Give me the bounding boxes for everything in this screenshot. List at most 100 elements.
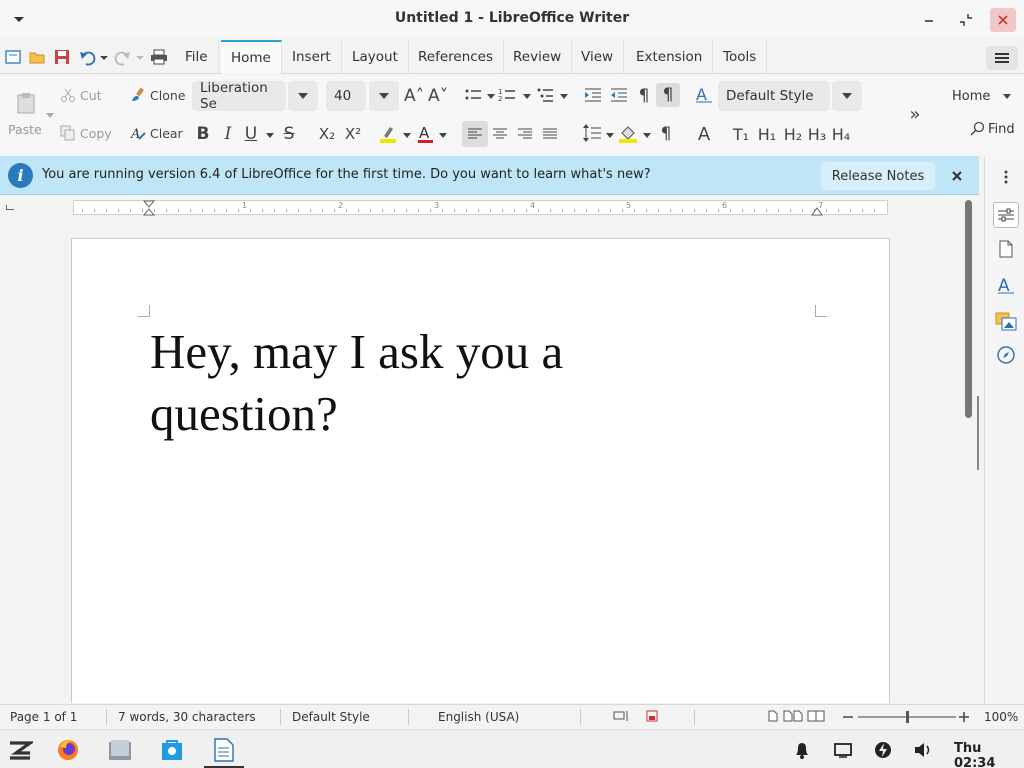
heading4-style-icon[interactable]: H₄: [830, 123, 852, 145]
font-size-dropdown[interactable]: [369, 81, 399, 111]
page-style[interactable]: Default Style: [292, 710, 370, 724]
navigator-icon[interactable]: [993, 342, 1019, 368]
more-chevron-icon[interactable]: »: [904, 103, 926, 125]
paragraph-background-icon[interactable]: [618, 123, 640, 143]
decrease-indent-icon[interactable]: [610, 86, 628, 104]
zoom-in-icon[interactable]: [958, 708, 970, 727]
close-button[interactable]: [990, 8, 1016, 32]
properties-icon[interactable]: [993, 202, 1019, 228]
font-name-box[interactable]: Liberation Se: [192, 80, 286, 112]
paragraph-style-box[interactable]: Default Style: [718, 81, 830, 111]
numbered-list-dropdown-arrow[interactable]: [523, 94, 531, 99]
insert-mode-icon[interactable]: [613, 710, 631, 725]
formatting-marks-icon[interactable]: ¶: [634, 84, 654, 108]
align-center-icon[interactable]: [490, 121, 510, 147]
language[interactable]: English (USA): [438, 710, 519, 724]
clock[interactable]: Thu 02:34: [954, 741, 1024, 768]
multi-page-view-icon[interactable]: [783, 710, 803, 725]
gallery-icon[interactable]: [993, 308, 1019, 334]
scrollbar-thumb[interactable]: [965, 200, 972, 418]
zoom-slider[interactable]: [858, 711, 956, 723]
line-spacing-dropdown-arrow[interactable]: [606, 133, 614, 138]
tab-review[interactable]: Review: [503, 40, 573, 74]
bold-icon[interactable]: B: [194, 123, 212, 145]
indent-marker-icon[interactable]: [143, 200, 155, 216]
clone-button[interactable]: Clone: [130, 87, 185, 103]
heading1-style-icon[interactable]: H₁: [756, 123, 778, 145]
font-size-box[interactable]: 40: [326, 81, 366, 111]
tab-stop-selector[interactable]: [6, 205, 14, 210]
copy-button[interactable]: Copy: [60, 125, 112, 141]
files-icon[interactable]: [107, 737, 133, 763]
bullet-list-dropdown-arrow[interactable]: [487, 94, 495, 99]
page-count[interactable]: Page 1 of 1: [10, 710, 77, 724]
hamburger-menu-icon[interactable]: [986, 46, 1018, 70]
font-color-dropdown-arrow[interactable]: [439, 133, 447, 138]
heading3-style-icon[interactable]: H₃: [806, 123, 828, 145]
paste-icon[interactable]: [14, 91, 38, 115]
line-spacing-icon[interactable]: [582, 123, 602, 143]
formatting-marks-toggle-icon[interactable]: ¶: [656, 83, 680, 107]
word-count[interactable]: 7 words, 30 characters: [118, 710, 256, 724]
increase-indent-icon[interactable]: [584, 86, 602, 104]
app-launcher-icon[interactable]: [7, 737, 33, 763]
open-folder-icon[interactable]: [28, 47, 46, 67]
tab-insert[interactable]: Insert: [282, 40, 342, 74]
styles-icon[interactable]: A: [694, 85, 714, 105]
font-name-dropdown[interactable]: [288, 81, 318, 111]
tab-tools[interactable]: Tools: [713, 40, 768, 74]
writer-app-icon[interactable]: [211, 737, 237, 763]
grow-font-icon[interactable]: A˄: [404, 84, 424, 108]
tab-home[interactable]: Home: [221, 40, 282, 74]
tab-extension[interactable]: Extension: [626, 40, 714, 74]
zoom-out-icon[interactable]: [842, 708, 854, 727]
document-modified-icon[interactable]: [646, 710, 658, 725]
align-left-icon[interactable]: [462, 121, 488, 147]
tab-references[interactable]: References: [408, 40, 505, 74]
tab-view[interactable]: View: [571, 40, 625, 74]
tab-file[interactable]: File: [175, 40, 219, 74]
cut-button[interactable]: Cut: [60, 87, 102, 103]
outline-list-icon[interactable]: [536, 86, 556, 104]
italic-icon[interactable]: I: [220, 123, 236, 145]
home-menu-dropdown-arrow[interactable]: [1003, 94, 1011, 99]
paragraph-direction-icon[interactable]: ¶: [656, 121, 676, 147]
bullet-list-icon[interactable]: [464, 86, 484, 104]
screen-icon[interactable]: [830, 737, 856, 763]
paragraph-background-dropdown-arrow[interactable]: [643, 133, 651, 138]
power-icon[interactable]: [870, 737, 896, 763]
superscript-icon[interactable]: X²: [342, 123, 364, 145]
default-character-icon[interactable]: A: [694, 121, 714, 147]
underline-dropdown-arrow[interactable]: [266, 133, 274, 138]
sidebar-deck-handle[interactable]: [977, 396, 979, 470]
clear-formatting-button[interactable]: A Clear: [130, 125, 183, 142]
align-right-icon[interactable]: [515, 121, 535, 147]
heading2-style-icon[interactable]: H₂: [782, 123, 804, 145]
justify-icon[interactable]: [540, 121, 560, 147]
styles-sidebar-icon[interactable]: A: [993, 272, 1019, 298]
paragraph-style-dropdown[interactable]: [832, 81, 862, 111]
undo-icon[interactable]: [78, 47, 108, 67]
outline-list-dropdown-arrow[interactable]: [560, 94, 568, 99]
title-style-icon[interactable]: T₁: [730, 123, 752, 145]
strikethrough-icon[interactable]: S: [280, 123, 298, 145]
firefox-icon[interactable]: [55, 737, 81, 763]
document-page[interactable]: Hey, may I ask you a question?: [71, 238, 890, 703]
vertical-scrollbar[interactable]: [962, 200, 979, 700]
redo-icon[interactable]: [112, 47, 146, 67]
find-button[interactable]: Find: [970, 121, 1015, 137]
page-icon[interactable]: [993, 236, 1019, 262]
paste-label[interactable]: Paste: [8, 122, 42, 137]
release-notes-button[interactable]: Release Notes: [821, 162, 935, 190]
zoom-level[interactable]: 100%: [984, 710, 1018, 724]
shrink-font-icon[interactable]: A˅: [428, 84, 448, 108]
horizontal-ruler[interactable]: 1234567: [73, 200, 888, 216]
underline-icon[interactable]: U: [242, 123, 260, 145]
paste-dropdown-arrow[interactable]: [46, 113, 54, 118]
highlight-color-icon[interactable]: [378, 123, 400, 145]
close-icon[interactable]: [946, 165, 968, 187]
book-view-icon[interactable]: [807, 710, 825, 725]
home-menu-button[interactable]: Home: [952, 89, 990, 104]
font-color-icon[interactable]: A: [416, 123, 436, 145]
restore-button[interactable]: [953, 8, 979, 32]
